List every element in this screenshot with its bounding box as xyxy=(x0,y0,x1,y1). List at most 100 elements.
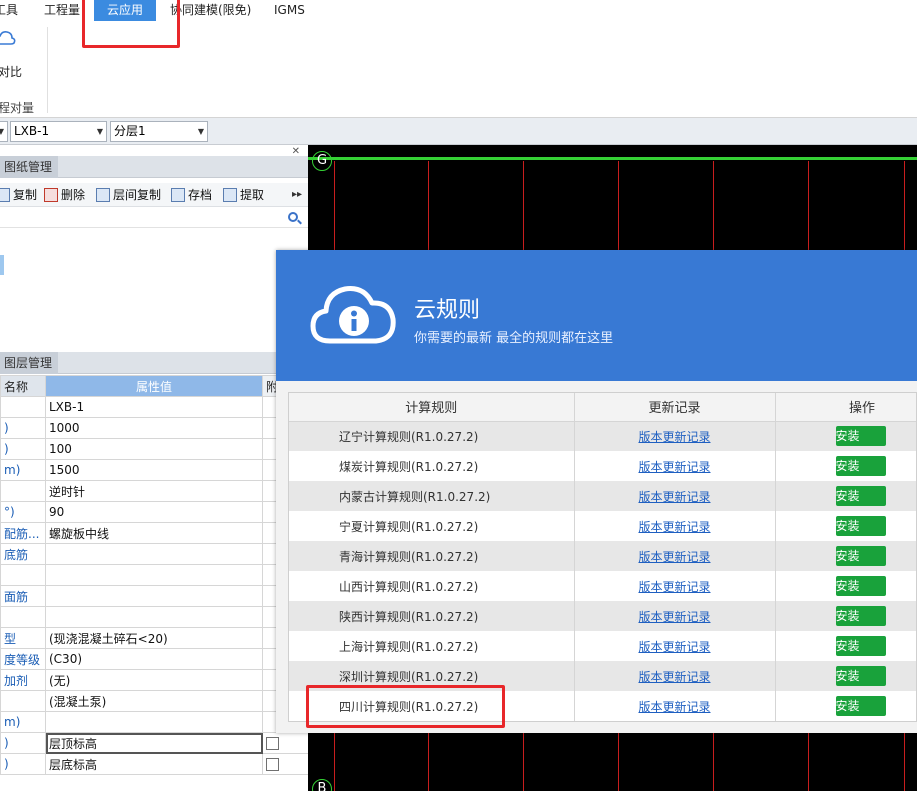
property-value[interactable] xyxy=(45,564,263,586)
property-value[interactable]: 逆时针 xyxy=(45,480,263,502)
search-bar[interactable] xyxy=(0,208,308,228)
table-row[interactable]: ) 层顶标高 xyxy=(0,732,309,754)
table-row[interactable]: °) 90 xyxy=(0,501,309,523)
drawings-toolbar: 复制 删除 层间复制 存档 提取 ▸▸ xyxy=(0,183,308,207)
property-grid-header: 名称 属性值 附 xyxy=(0,375,309,397)
search-icon[interactable] xyxy=(288,212,298,222)
table-row[interactable]: ) 100 xyxy=(0,438,309,460)
floor-select[interactable]: ▼ xyxy=(0,121,8,142)
tab-igms[interactable]: IGMS xyxy=(274,0,305,21)
property-value[interactable]: 1000 xyxy=(45,417,263,439)
property-value[interactable] xyxy=(45,543,263,565)
extract-button[interactable]: 提取 xyxy=(223,183,264,207)
install-button[interactable]: 安装 xyxy=(835,576,886,596)
update-log-link[interactable]: 版本更新记录 xyxy=(638,490,710,504)
install-button[interactable]: 安装 xyxy=(835,456,886,476)
table-row[interactable]: (混凝土泵) xyxy=(0,690,309,712)
update-log-link[interactable]: 版本更新记录 xyxy=(638,700,710,714)
dialog-header: 云规则 你需要的最新 最全的规则都在这里 xyxy=(276,250,917,381)
rule-name: 深圳计算规则(R1.0.27.2) xyxy=(289,661,575,691)
update-log-link[interactable]: 版本更新记录 xyxy=(638,670,710,684)
table-row[interactable]: 底筋 xyxy=(0,543,309,565)
attach-cell xyxy=(262,732,309,754)
update-log-link[interactable]: 版本更新记录 xyxy=(638,430,710,444)
install-button[interactable]: 安装 xyxy=(835,426,886,447)
tab-collab-modeling[interactable]: 协同建模(限免) xyxy=(170,0,251,21)
layer-select-value: 分层1 xyxy=(114,124,146,138)
property-value[interactable]: 100 xyxy=(45,438,263,460)
property-value[interactable]: (无) xyxy=(45,669,263,691)
axis-bubble-top[interactable]: G xyxy=(312,151,332,171)
table-row[interactable]: m) 1500 xyxy=(0,459,309,481)
property-value[interactable]: 螺旋板中线 xyxy=(45,522,263,544)
axis-bubble-bottom[interactable]: B xyxy=(312,779,332,791)
table-row[interactable]: ) 1000 xyxy=(0,417,309,439)
property-value[interactable] xyxy=(45,585,263,607)
compare-button-label[interactable]: 对比 xyxy=(0,63,22,80)
property-value[interactable]: 1500 xyxy=(45,459,263,481)
table-row[interactable]: 面筋 xyxy=(0,585,309,607)
table-row[interactable]: 逆时针 xyxy=(0,480,309,502)
tab-tools[interactable]: 工具 xyxy=(0,0,18,21)
selected-drawing-item[interactable] xyxy=(0,255,4,275)
layer-select[interactable]: 分层1 ▼ xyxy=(110,121,208,142)
update-log-link[interactable]: 版本更新记录 xyxy=(638,580,710,594)
table-row[interactable] xyxy=(0,606,309,628)
table-row[interactable]: 加剂 (无) xyxy=(0,669,309,691)
attach-checkbox[interactable] xyxy=(266,758,279,771)
table-row[interactable]: m) xyxy=(0,711,309,733)
install-button[interactable]: 安装 xyxy=(835,546,886,566)
install-button[interactable]: 安装 xyxy=(835,486,886,506)
selector-toolbar: ▼ LXB-1 ▼ 分层1 ▼ xyxy=(0,118,917,145)
copy-button[interactable]: 复制 xyxy=(0,183,37,207)
more-arrow-icon[interactable]: ▸▸ xyxy=(292,183,302,207)
attach-checkbox[interactable] xyxy=(266,737,279,750)
install-button[interactable]: 安装 xyxy=(835,606,886,626)
tab-cloud-apps[interactable]: 云应用 xyxy=(94,0,156,21)
update-log-link[interactable]: 版本更新记录 xyxy=(638,610,710,624)
property-value[interactable]: (现浇混凝土碎石<20) xyxy=(45,627,263,649)
layers-panel-title[interactable]: 图层管理 xyxy=(0,352,59,374)
install-button[interactable]: 安装 xyxy=(835,696,886,716)
property-name: 配筋... xyxy=(0,522,46,544)
install-button[interactable]: 安装 xyxy=(835,636,886,656)
cloud-compare-icon[interactable] xyxy=(0,29,16,49)
dialog-subtitle: 你需要的最新 最全的规则都在这里 xyxy=(414,331,614,346)
update-log-link[interactable]: 版本更新记录 xyxy=(638,550,710,564)
table-row[interactable] xyxy=(0,564,309,586)
save-button[interactable]: 存档 xyxy=(171,183,212,207)
drawings-panel-title[interactable]: 图纸管理 xyxy=(0,156,59,178)
table-row[interactable]: 度等级 (C30) xyxy=(0,648,309,670)
property-name xyxy=(0,396,46,418)
property-value[interactable]: 层顶标高 xyxy=(45,732,263,754)
table-row[interactable]: 配筋... 螺旋板中线 xyxy=(0,522,309,544)
rule-row: 上海计算规则(R1.0.27.2) 版本更新记录 安装 xyxy=(289,631,916,661)
update-log-link[interactable]: 版本更新记录 xyxy=(638,520,710,534)
property-value[interactable]: (C30) xyxy=(45,648,263,670)
property-value[interactable] xyxy=(45,606,263,628)
rule-log-cell: 版本更新记录 xyxy=(574,601,776,631)
property-value[interactable]: (混凝土泵) xyxy=(45,690,263,712)
table-row[interactable]: LXB-1 xyxy=(0,396,309,418)
rule-action-cell: 安装 xyxy=(775,451,916,481)
component-select[interactable]: LXB-1 ▼ xyxy=(10,121,107,142)
install-button[interactable]: 安装 xyxy=(835,666,886,686)
layers-panel-header: 图层管理 xyxy=(0,352,308,374)
delete-button[interactable]: 删除 xyxy=(44,183,85,207)
table-row[interactable]: 型 (现浇混凝土碎石<20) xyxy=(0,627,309,649)
layer-copy-button[interactable]: 层间复制 xyxy=(96,183,161,207)
copy-icon xyxy=(0,188,10,202)
rule-row: 陕西计算规则(R1.0.27.2) 版本更新记录 安装 xyxy=(289,601,916,631)
property-value[interactable]: 层底标高 xyxy=(45,753,263,775)
update-log-link[interactable]: 版本更新记录 xyxy=(638,640,710,654)
property-value[interactable]: 90 xyxy=(45,501,263,523)
tab-quantities[interactable]: 工程量 xyxy=(44,0,80,21)
table-row[interactable]: ) 层底标高 xyxy=(0,753,309,775)
chevron-down-icon: ▼ xyxy=(197,127,204,136)
property-value[interactable] xyxy=(45,711,263,733)
property-value[interactable]: LXB-1 xyxy=(45,396,263,418)
install-button[interactable]: 安装 xyxy=(835,516,886,536)
update-log-link[interactable]: 版本更新记录 xyxy=(638,460,710,474)
close-icon[interactable]: ✕ xyxy=(292,146,300,157)
rule-action-cell: 安装 xyxy=(775,541,916,571)
